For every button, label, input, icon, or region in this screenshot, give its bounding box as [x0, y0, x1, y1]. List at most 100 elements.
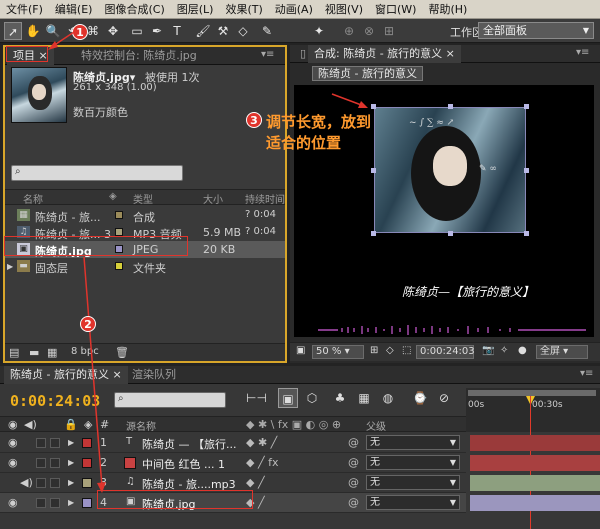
- project-search-input[interactable]: ⌕: [11, 165, 183, 181]
- brush-tool-icon[interactable]: 🖌: [194, 22, 212, 40]
- solo-switch[interactable]: [36, 498, 46, 508]
- tab-composition[interactable]: 合成: 陈绮贞 - 旅行的意义 ×: [308, 45, 461, 63]
- col-parent[interactable]: 父级: [366, 418, 386, 433]
- time-ruler[interactable]: 00s 00:30s: [466, 388, 600, 432]
- layer-duration-bar[interactable]: [470, 495, 600, 511]
- grid-icon[interactable]: ⊞: [370, 345, 378, 359]
- col-name[interactable]: 名称: [23, 191, 43, 206]
- comp-mini-flowchart-icon[interactable]: ⊢⊣: [246, 388, 267, 408]
- menu-edit[interactable]: 编辑(E): [49, 0, 99, 19]
- tab-effect-controls[interactable]: 特效控制台: 陈绮贞.jpg: [75, 47, 203, 65]
- panel-menu-icon[interactable]: ▾≡: [576, 47, 589, 58]
- layer-duration-bar[interactable]: [470, 455, 600, 471]
- live-update-icon[interactable]: ▣: [278, 388, 298, 408]
- interpret-footage-icon[interactable]: ▤: [9, 346, 19, 359]
- draft-3d-icon[interactable]: ⬡: [302, 388, 322, 408]
- eye-icon[interactable]: ◉: [8, 456, 18, 469]
- trash-icon[interactable]: 🗑: [115, 346, 129, 359]
- zoom-select[interactable]: 50 % ▾: [312, 345, 364, 359]
- layer-duration-bar[interactable]: [470, 435, 600, 451]
- label-swatch[interactable]: [115, 211, 123, 219]
- transform-handle[interactable]: [371, 104, 376, 109]
- col-source-name[interactable]: 源名称: [126, 418, 156, 433]
- timeline-search-input[interactable]: ⌕: [114, 392, 226, 408]
- menu-window[interactable]: 窗口(W): [369, 0, 422, 19]
- channel-icon[interactable]: ●: [518, 345, 527, 359]
- comp-timecode[interactable]: 0:00:24:03: [416, 345, 475, 359]
- frame-blending-icon[interactable]: ▦: [354, 388, 374, 408]
- label-col-icon[interactable]: ◈: [109, 191, 117, 202]
- transform-handle[interactable]: [448, 231, 453, 236]
- transform-handle[interactable]: [371, 168, 376, 173]
- solo-switch[interactable]: [36, 478, 46, 488]
- snapshot-icon[interactable]: 📷: [482, 345, 494, 359]
- view-axis-icon[interactable]: ⊞: [380, 22, 398, 40]
- menu-view[interactable]: 视图(V): [319, 0, 369, 19]
- eraser-tool-icon[interactable]: ◇: [234, 22, 252, 40]
- transform-handle[interactable]: [524, 231, 529, 236]
- eye-icon[interactable]: ◉: [8, 496, 18, 509]
- menu-composition[interactable]: 图像合成(C): [98, 0, 170, 19]
- puppet-tool-icon[interactable]: ✦: [310, 22, 328, 40]
- project-row[interactable]: ▶ ▬ 固态层 文件夹: [5, 258, 285, 275]
- panel-menu-icon[interactable]: ▾≡: [261, 49, 274, 60]
- parent-select[interactable]: 无 ▼: [366, 435, 460, 450]
- layer-name[interactable]: 中间色 红色 ... 1: [142, 456, 225, 472]
- comp-title-text-layer[interactable]: 陈绮贞—【旅行的意义】: [402, 283, 534, 300]
- expand-triangle-icon[interactable]: ▶: [7, 262, 13, 271]
- parent-select[interactable]: 无 ▼: [366, 475, 460, 490]
- menu-animation[interactable]: 动画(A): [269, 0, 319, 19]
- menu-help[interactable]: 帮助(H): [422, 0, 473, 19]
- layer-row[interactable]: ◉ ▶ 1 T 陈绮贞 — 【旅行... ◆ ✱ ╱ @ 无 ▼: [0, 433, 600, 453]
- menu-file[interactable]: 文件(F): [0, 0, 49, 19]
- expand-triangle-icon[interactable]: ▶: [68, 498, 74, 507]
- lock-switch[interactable]: [50, 478, 60, 488]
- world-axis-icon[interactable]: ⊗: [360, 22, 378, 40]
- expand-triangle-icon[interactable]: ▶: [68, 478, 74, 487]
- type-tool-icon[interactable]: T: [168, 22, 186, 40]
- expand-triangle-icon[interactable]: ▶: [68, 458, 74, 467]
- pick-whip-icon[interactable]: @: [348, 496, 359, 509]
- expand-triangle-icon[interactable]: ▶: [68, 438, 74, 447]
- panel-menu-icon[interactable]: ▾≡: [580, 368, 593, 379]
- selected-image-layer[interactable]: ~ ∫ ∑ ≈ ↗ ✎ ∞: [374, 107, 526, 233]
- parent-select[interactable]: 无 ▼: [366, 455, 460, 470]
- resolution-select[interactable]: 全屏 ▾: [536, 345, 588, 359]
- transform-handle[interactable]: [524, 104, 529, 109]
- transform-handle[interactable]: [448, 104, 453, 109]
- motion-blur-icon[interactable]: ◍: [378, 388, 398, 408]
- mask-visibility-icon[interactable]: ◇: [386, 345, 394, 359]
- brainstorm-icon[interactable]: ⊘: [434, 388, 454, 408]
- eye-icon[interactable]: ◉: [8, 436, 18, 449]
- graph-editor-icon[interactable]: ⌚: [410, 388, 430, 408]
- axis-mode-icon[interactable]: ⊕: [340, 22, 358, 40]
- workspace-select[interactable]: 全部面板 ▼: [478, 22, 594, 39]
- label-swatch[interactable]: [115, 228, 123, 236]
- menu-layer[interactable]: 图层(L): [171, 0, 220, 19]
- solo-switch[interactable]: [36, 438, 46, 448]
- layer-duration-bar[interactable]: [470, 475, 600, 491]
- roto-brush-tool-icon[interactable]: ✎: [258, 22, 276, 40]
- pick-whip-icon[interactable]: @: [348, 476, 359, 489]
- new-composition-icon[interactable]: ▦: [47, 346, 57, 359]
- menu-effect[interactable]: 效果(T): [219, 0, 268, 19]
- parent-select[interactable]: 无 ▼: [366, 495, 460, 510]
- hand-tool-icon[interactable]: ✋: [24, 22, 42, 40]
- work-area-bar[interactable]: [468, 390, 596, 396]
- show-snapshot-icon[interactable]: ✧: [500, 345, 508, 359]
- transform-handle[interactable]: [524, 168, 529, 173]
- always-preview-icon[interactable]: ▣: [296, 345, 305, 359]
- new-folder-icon[interactable]: ▬: [29, 346, 39, 359]
- rectangle-tool-icon[interactable]: ▭: [128, 22, 146, 40]
- layer-name[interactable]: 陈绮贞 — 【旅行...: [142, 436, 236, 452]
- project-row[interactable]: ▦ 陈绮贞 - 旅... 合成 ? 0:04: [5, 207, 285, 224]
- pick-whip-icon[interactable]: @: [348, 456, 359, 469]
- layer-switches[interactable]: ◆ ✱ ╱: [246, 436, 277, 449]
- lock-switch[interactable]: [50, 438, 60, 448]
- lock-switch[interactable]: [50, 498, 60, 508]
- col-size[interactable]: 大小: [203, 191, 223, 206]
- layer-row[interactable]: ◉ ▶ 2 中间色 红色 ... 1 ◆ ╱ fx @ 无 ▼: [0, 453, 600, 473]
- pick-whip-icon[interactable]: @: [348, 436, 359, 449]
- label-swatch[interactable]: [115, 262, 123, 270]
- tab-render-queue[interactable]: 渲染队列: [126, 366, 182, 384]
